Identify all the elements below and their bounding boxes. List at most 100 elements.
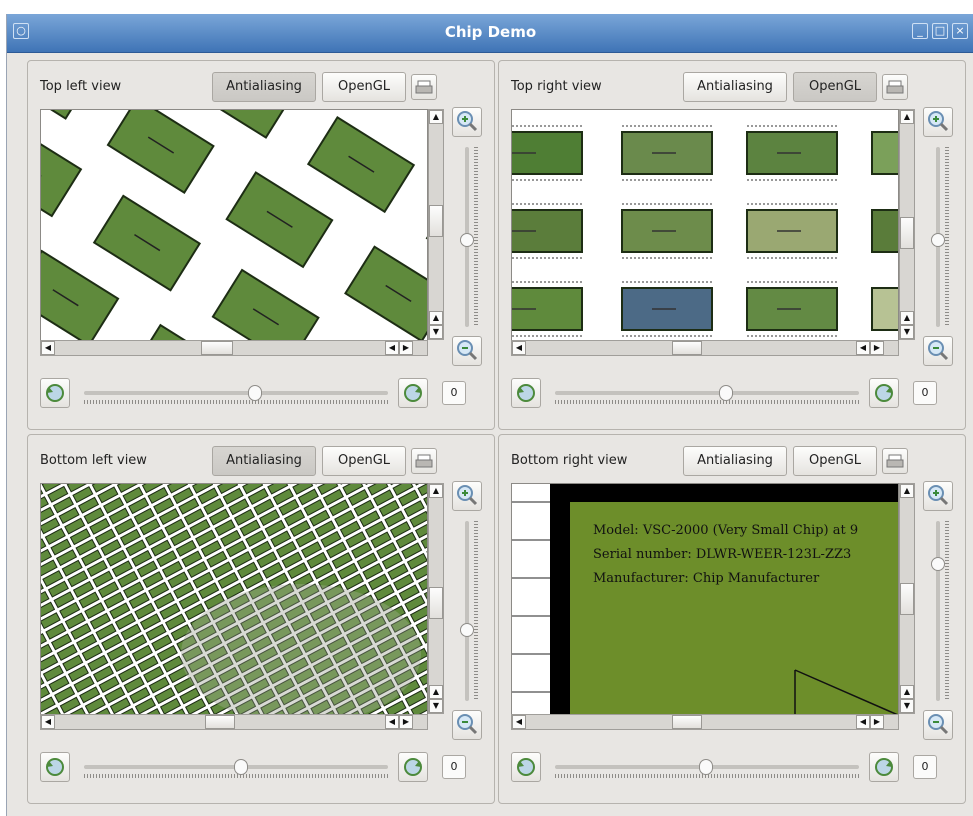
scroll-up-icon[interactable]: ▲ xyxy=(900,484,914,498)
scroll-right-icon[interactable]: ▶ xyxy=(399,341,413,355)
rotate-slider-handle[interactable] xyxy=(699,759,713,775)
rotate-right-button[interactable] xyxy=(869,378,899,408)
zoom-in-button[interactable] xyxy=(923,107,953,137)
zoom-out-button[interactable] xyxy=(923,710,953,740)
printer-icon xyxy=(415,80,433,94)
title-bar[interactable]: ○ Chip Demo _ □ × xyxy=(7,14,973,53)
rotate-slider[interactable] xyxy=(84,759,388,781)
scroll-thumb[interactable] xyxy=(900,583,914,615)
antialiasing-button[interactable]: Antialiasing xyxy=(683,446,787,476)
print-button[interactable] xyxy=(411,448,437,474)
zoom-in-button[interactable] xyxy=(452,481,482,511)
scroll-left-icon[interactable]: ◀ xyxy=(41,341,55,355)
scroll-up-icon[interactable]: ▲ xyxy=(900,311,914,325)
rotate-slider[interactable] xyxy=(84,385,388,407)
vertical-scrollbar[interactable]: ▲ ▲ ▼ xyxy=(899,109,915,340)
scroll-thumb[interactable] xyxy=(429,205,443,237)
scroll-left-icon[interactable]: ◀ xyxy=(385,715,399,729)
scroll-thumb[interactable] xyxy=(201,341,233,355)
scroll-up-icon[interactable]: ▲ xyxy=(429,311,443,325)
zoom-out-button[interactable] xyxy=(923,336,953,366)
vertical-scrollbar[interactable]: ▲ ▲ ▼ xyxy=(428,109,444,340)
chip-view-detail[interactable]: Model: VSC-2000 (Very Small Chip) at 9 S… xyxy=(511,483,899,730)
scroll-up-icon[interactable]: ▲ xyxy=(429,685,443,699)
zoom-slider-handle[interactable] xyxy=(460,623,474,637)
scroll-thumb[interactable] xyxy=(672,341,702,355)
horizontal-scrollbar[interactable]: ◀ ◀ ▶ xyxy=(511,714,899,730)
chip-view-grid[interactable] xyxy=(511,109,899,356)
zoom-out-button[interactable] xyxy=(452,710,482,740)
horizontal-scrollbar[interactable]: ◀ ◀ ▶ xyxy=(40,340,428,356)
rotation-value-field[interactable]: 0 xyxy=(913,381,937,405)
rotate-right-button[interactable] xyxy=(398,752,428,782)
rotate-slider-handle[interactable] xyxy=(719,385,733,401)
scroll-up-icon[interactable]: ▲ xyxy=(429,484,443,498)
rotate-slider-handle[interactable] xyxy=(248,385,262,401)
zoom-in-button[interactable] xyxy=(452,107,482,137)
zoom-slider[interactable] xyxy=(460,147,478,327)
vertical-scrollbar[interactable]: ▲ ▲ ▼ xyxy=(428,483,444,714)
antialiasing-button[interactable]: Antialiasing xyxy=(683,72,787,102)
scroll-thumb[interactable] xyxy=(900,217,914,249)
scroll-left-icon[interactable]: ◀ xyxy=(856,715,870,729)
horizontal-scrollbar[interactable]: ◀ ◀ ▶ xyxy=(40,714,428,730)
vertical-scrollbar[interactable]: ▲ ▲ ▼ xyxy=(899,483,915,714)
opengl-button[interactable]: OpenGL xyxy=(793,446,877,476)
zoom-in-icon xyxy=(457,485,478,506)
scroll-left-icon[interactable]: ◀ xyxy=(512,341,526,355)
zoom-slider-handle[interactable] xyxy=(931,233,945,247)
maximize-icon[interactable]: □ xyxy=(932,23,948,39)
rotate-left-button[interactable] xyxy=(511,378,541,408)
scroll-thumb[interactable] xyxy=(205,715,235,729)
rotate-right-button[interactable] xyxy=(398,378,428,408)
horizontal-scrollbar[interactable]: ◀ ◀ ▶ xyxy=(511,340,899,356)
print-button[interactable] xyxy=(882,74,908,100)
rotate-left-button[interactable] xyxy=(511,752,541,782)
close-icon[interactable]: × xyxy=(952,23,968,39)
zoom-slider-handle[interactable] xyxy=(931,557,945,571)
scroll-left-icon[interactable]: ◀ xyxy=(856,341,870,355)
scroll-thumb[interactable] xyxy=(672,715,702,729)
scroll-right-icon[interactable]: ▶ xyxy=(870,341,884,355)
rotation-value-field[interactable]: 0 xyxy=(913,755,937,779)
minimize-icon[interactable]: _ xyxy=(912,23,928,39)
opengl-button[interactable]: OpenGL xyxy=(322,72,406,102)
zoom-slider[interactable] xyxy=(931,521,949,701)
scroll-up-icon[interactable]: ▲ xyxy=(429,110,443,124)
opengl-button[interactable]: OpenGL xyxy=(793,72,877,102)
antialiasing-button[interactable]: Antialiasing xyxy=(212,72,316,102)
scroll-left-icon[interactable]: ◀ xyxy=(41,715,55,729)
zoom-out-button[interactable] xyxy=(452,336,482,366)
zoom-slider-handle[interactable] xyxy=(460,233,474,247)
scroll-up-icon[interactable]: ▲ xyxy=(900,685,914,699)
rotate-right-button[interactable] xyxy=(869,752,899,782)
zoom-in-button[interactable] xyxy=(923,481,953,511)
rotate-left-button[interactable] xyxy=(40,378,70,408)
rotation-value-field[interactable]: 0 xyxy=(442,755,466,779)
zoom-slider[interactable] xyxy=(460,521,478,701)
scroll-down-icon[interactable]: ▼ xyxy=(900,699,914,713)
scroll-thumb[interactable] xyxy=(429,587,443,619)
scroll-down-icon[interactable]: ▼ xyxy=(429,325,443,339)
scroll-down-icon[interactable]: ▼ xyxy=(900,325,914,339)
antialiasing-button[interactable]: Antialiasing xyxy=(212,446,316,476)
rotate-left-button[interactable] xyxy=(40,752,70,782)
scroll-right-icon[interactable]: ▶ xyxy=(399,715,413,729)
scroll-left-icon[interactable]: ◀ xyxy=(512,715,526,729)
rotate-slider[interactable] xyxy=(555,385,859,407)
chip-view-zoomed-out[interactable] xyxy=(40,483,428,730)
zoom-slider[interactable] xyxy=(931,147,949,327)
print-button[interactable] xyxy=(882,448,908,474)
scroll-right-icon[interactable]: ▶ xyxy=(870,715,884,729)
opengl-button[interactable]: OpenGL xyxy=(322,446,406,476)
rotate-slider-handle[interactable] xyxy=(234,759,248,775)
scroll-down-icon[interactable]: ▼ xyxy=(429,699,443,713)
zoom-in-icon xyxy=(928,485,949,506)
scroll-up-icon[interactable]: ▲ xyxy=(900,110,914,124)
rotate-slider[interactable] xyxy=(555,759,859,781)
panel-top-left: Top left view Antialiasing OpenGL ▲ ▲ ▼ … xyxy=(27,60,495,430)
print-button[interactable] xyxy=(411,74,437,100)
chip-view-rotated[interactable] xyxy=(40,109,428,356)
scroll-left-icon[interactable]: ◀ xyxy=(385,341,399,355)
rotation-value-field[interactable]: 0 xyxy=(442,381,466,405)
